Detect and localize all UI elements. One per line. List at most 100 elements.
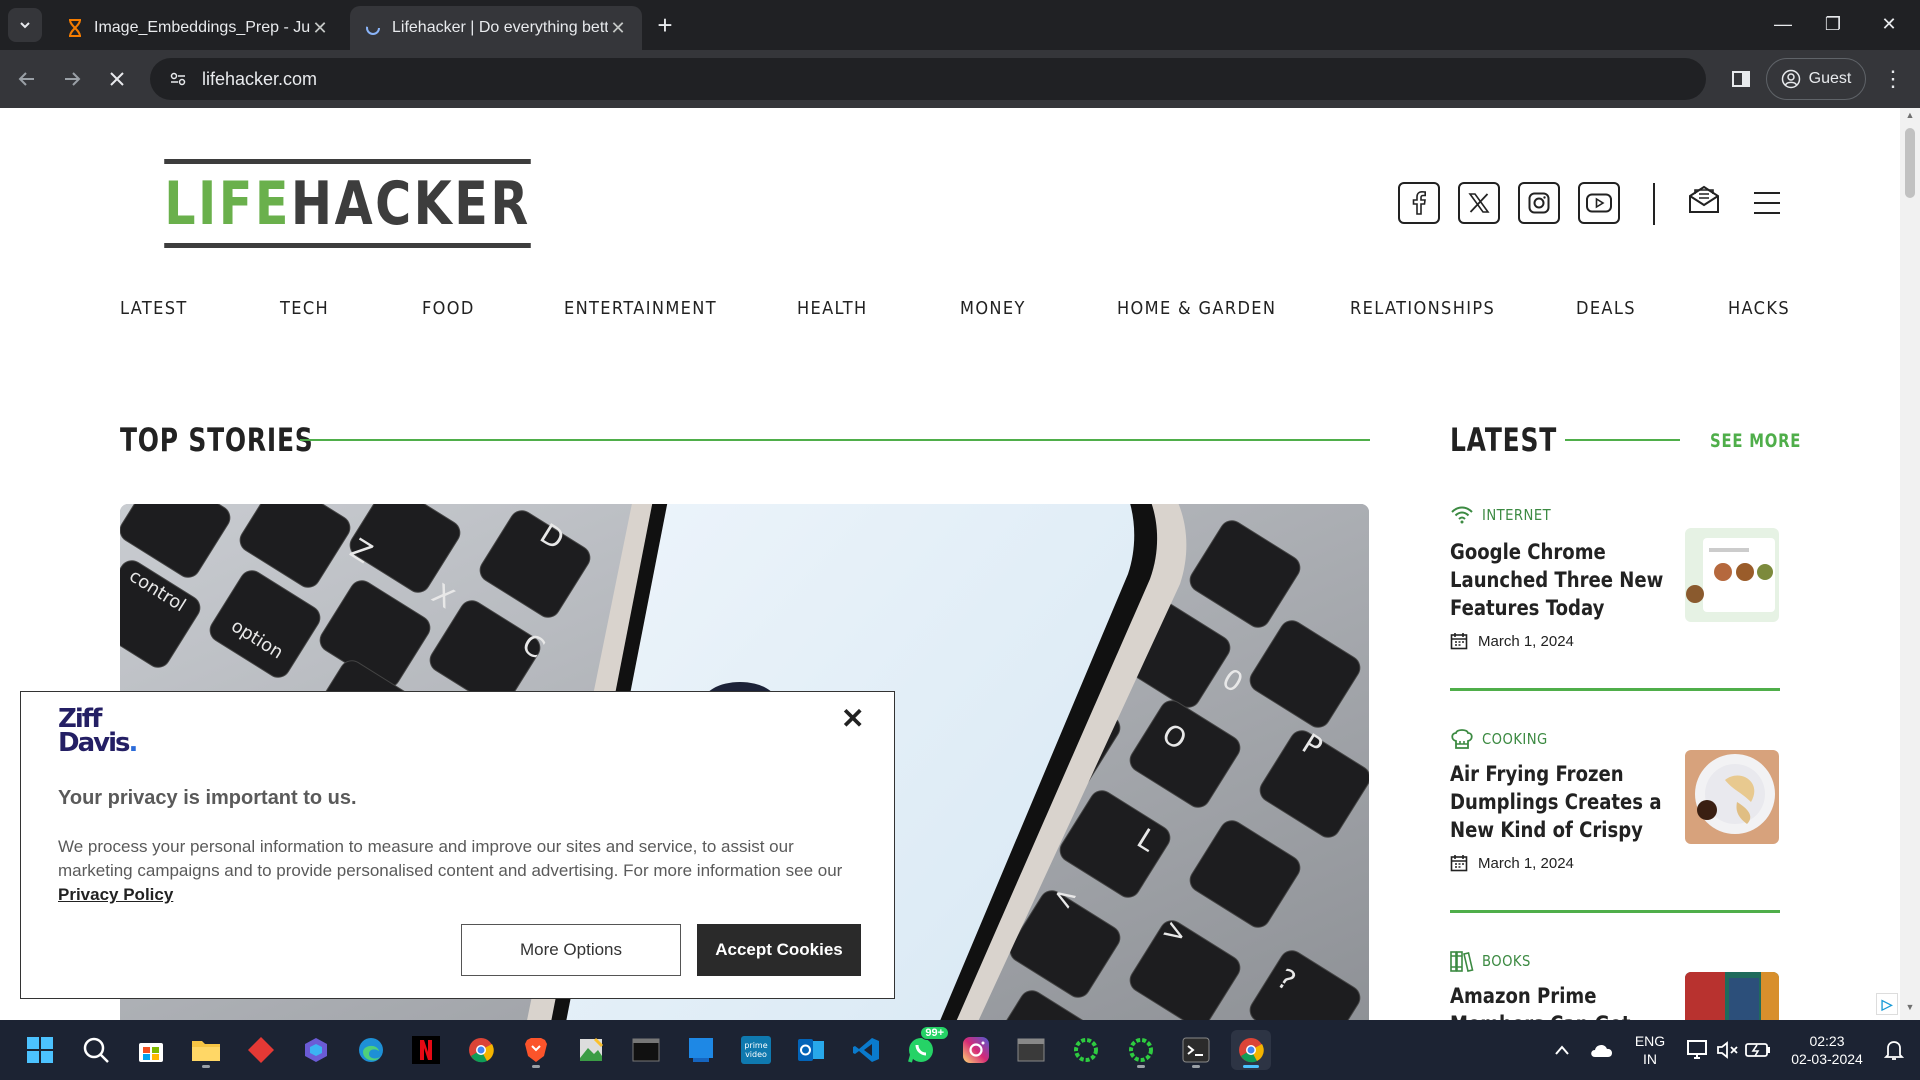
story-title[interactable]: Amazon Prime Members Can Get Two: [1450, 982, 1665, 1020]
newsletter-mail-icon[interactable]: [1688, 184, 1722, 218]
story-thumbnail[interactable]: [1685, 750, 1779, 844]
see-more-link[interactable]: SEE MORE: [1710, 430, 1801, 452]
latest-story-2[interactable]: COOKING Air Frying Frozen Dumplings Crea…: [1450, 728, 1780, 872]
windows-start-icon[interactable]: [20, 1030, 60, 1070]
chevron-up-icon[interactable]: [1542, 1030, 1582, 1070]
tab-jupyter[interactable]: Image_Embeddings_Prep - Jupyter ✕: [52, 6, 344, 50]
accept-cookies-button[interactable]: Accept Cookies: [697, 924, 861, 976]
terminal-icon[interactable]: [1176, 1030, 1216, 1070]
prime-video-icon[interactable]: prime video: [736, 1030, 776, 1070]
new-tab-button[interactable]: +: [650, 10, 680, 40]
microsoft-store-icon[interactable]: [131, 1030, 171, 1070]
hamburger-menu-icon[interactable]: [1754, 192, 1780, 214]
red-diamond-app-icon[interactable]: [241, 1030, 281, 1070]
nav-tech[interactable]: TECH: [280, 298, 329, 319]
instagram-app-icon[interactable]: [956, 1030, 996, 1070]
stop-loading-button[interactable]: [100, 62, 134, 96]
notification-bell-icon[interactable]: [1874, 1030, 1914, 1070]
onedrive-cloud-icon[interactable]: [1582, 1030, 1622, 1070]
copilot-icon[interactable]: [296, 1030, 336, 1070]
running-indicator: [532, 1065, 540, 1068]
calendar-icon: [1450, 633, 1468, 650]
profile-button[interactable]: Guest: [1766, 58, 1866, 100]
green-ring-app-icon-2[interactable]: [1121, 1030, 1161, 1070]
story-title[interactable]: Air Frying Frozen Dumplings Creates a Ne…: [1450, 760, 1665, 844]
edge-icon[interactable]: [351, 1030, 391, 1070]
tab-search-button[interactable]: [8, 8, 42, 42]
nav-home-garden[interactable]: HOME & GARDEN: [1117, 298, 1276, 319]
close-icon[interactable]: ✕: [310, 18, 330, 39]
story-thumbnail[interactable]: [1685, 528, 1779, 622]
nav-money[interactable]: MONEY: [960, 298, 1026, 319]
hourglass-icon: [66, 19, 84, 37]
youtube-icon[interactable]: [1578, 182, 1620, 224]
battery-icon[interactable]: [1738, 1030, 1778, 1070]
back-button[interactable]: [10, 62, 44, 96]
instagram-icon[interactable]: [1518, 182, 1560, 224]
window-app-icon[interactable]: [1011, 1030, 1051, 1070]
ziff-davis-logo: Ziff Davis.: [58, 706, 138, 756]
close-window-icon[interactable]: ✕: [1866, 8, 1912, 40]
chrome-icon[interactable]: [461, 1030, 501, 1070]
story-category[interactable]: COOKING: [1450, 728, 1557, 750]
minimize-icon[interactable]: —: [1760, 8, 1806, 40]
privacy-policy-link[interactable]: Privacy Policy: [58, 885, 173, 904]
search-icon[interactable]: [76, 1030, 116, 1070]
cookie-consent-banner: Ziff Davis. ✕ Your privacy is important …: [20, 691, 895, 999]
vscode-icon[interactable]: [846, 1030, 886, 1070]
restore-icon[interactable]: ❐: [1810, 8, 1856, 40]
clock-time: 02:23: [1809, 1033, 1845, 1049]
x-twitter-icon[interactable]: [1458, 182, 1500, 224]
latest-rule: [1565, 439, 1680, 441]
brave-icon[interactable]: [516, 1030, 556, 1070]
nav-latest[interactable]: LATEST: [120, 298, 188, 319]
story-category-label: BOOKS: [1482, 952, 1531, 970]
nav-food[interactable]: FOOD: [422, 298, 475, 319]
page-scrollbar[interactable]: ▲ ▼: [1900, 108, 1920, 1020]
more-options-button[interactable]: More Options: [461, 924, 681, 976]
clock[interactable]: 02:23 02-03-2024: [1782, 1032, 1872, 1068]
tab-lifehacker[interactable]: Lifehacker | Do everything better ✕: [350, 6, 642, 50]
nav-relationships[interactable]: RELATIONSHIPS: [1350, 298, 1495, 319]
calendar-icon: [1450, 855, 1468, 872]
blue-app-icon[interactable]: [681, 1030, 721, 1070]
story-divider: [1450, 910, 1780, 913]
site-info-icon[interactable]: [164, 65, 192, 93]
scroll-down-icon[interactable]: ▼: [1900, 1002, 1920, 1018]
netflix-icon[interactable]: [406, 1030, 446, 1070]
whatsapp-icon[interactable]: 99+: [901, 1026, 949, 1070]
nav-hacks[interactable]: HACKS: [1728, 298, 1790, 319]
language-indicator[interactable]: ENG IN: [1630, 1032, 1670, 1068]
close-icon[interactable]: ✕: [608, 18, 628, 39]
browser-menu-button[interactable]: ⋮: [1876, 62, 1910, 96]
chrome-active-icon[interactable]: [1231, 1030, 1271, 1070]
svg-text:prime: prime: [744, 1041, 767, 1050]
side-panel-icon: [1732, 71, 1750, 87]
nav-deals[interactable]: DEALS: [1576, 298, 1636, 319]
image-editor-icon[interactable]: [571, 1030, 611, 1070]
green-ring-app-icon[interactable]: [1066, 1030, 1106, 1070]
facebook-icon[interactable]: [1398, 182, 1440, 224]
books-icon: [1450, 951, 1474, 972]
nav-health[interactable]: HEALTH: [797, 298, 867, 319]
logo-life: LIFE: [164, 168, 291, 239]
forward-button[interactable]: [55, 62, 89, 96]
outlook-icon[interactable]: [791, 1030, 831, 1070]
latest-story-1[interactable]: INTERNET Google Chrome Launched Three Ne…: [1450, 506, 1780, 650]
story-thumbnail[interactable]: [1685, 972, 1779, 1020]
story-category[interactable]: INTERNET: [1450, 506, 1561, 524]
lifehacker-logo[interactable]: LIFE HACKER: [120, 159, 531, 248]
adchoices-icon[interactable]: ▷: [1876, 993, 1898, 1015]
close-icon[interactable]: ✕: [841, 702, 864, 735]
latest-story-3[interactable]: BOOKS Amazon Prime Members Can Get Two: [1450, 950, 1780, 1020]
nav-entertainment[interactable]: ENTERTAINMENT: [564, 298, 717, 319]
address-bar[interactable]: lifehacker.com: [150, 58, 1706, 100]
scrollbar-thumb[interactable]: [1905, 128, 1915, 198]
side-panel-button[interactable]: [1724, 62, 1758, 96]
terminal-app-icon[interactable]: [626, 1030, 666, 1070]
scroll-up-icon[interactable]: ▲: [1900, 110, 1920, 126]
story-category[interactable]: BOOKS: [1450, 950, 1538, 972]
story-title[interactable]: Google Chrome Launched Three New Feature…: [1450, 538, 1665, 622]
file-explorer-icon[interactable]: [186, 1030, 226, 1070]
main-navigation: LATEST TECH FOOD ENTERTAINMENT HEALTH MO…: [120, 298, 1789, 328]
